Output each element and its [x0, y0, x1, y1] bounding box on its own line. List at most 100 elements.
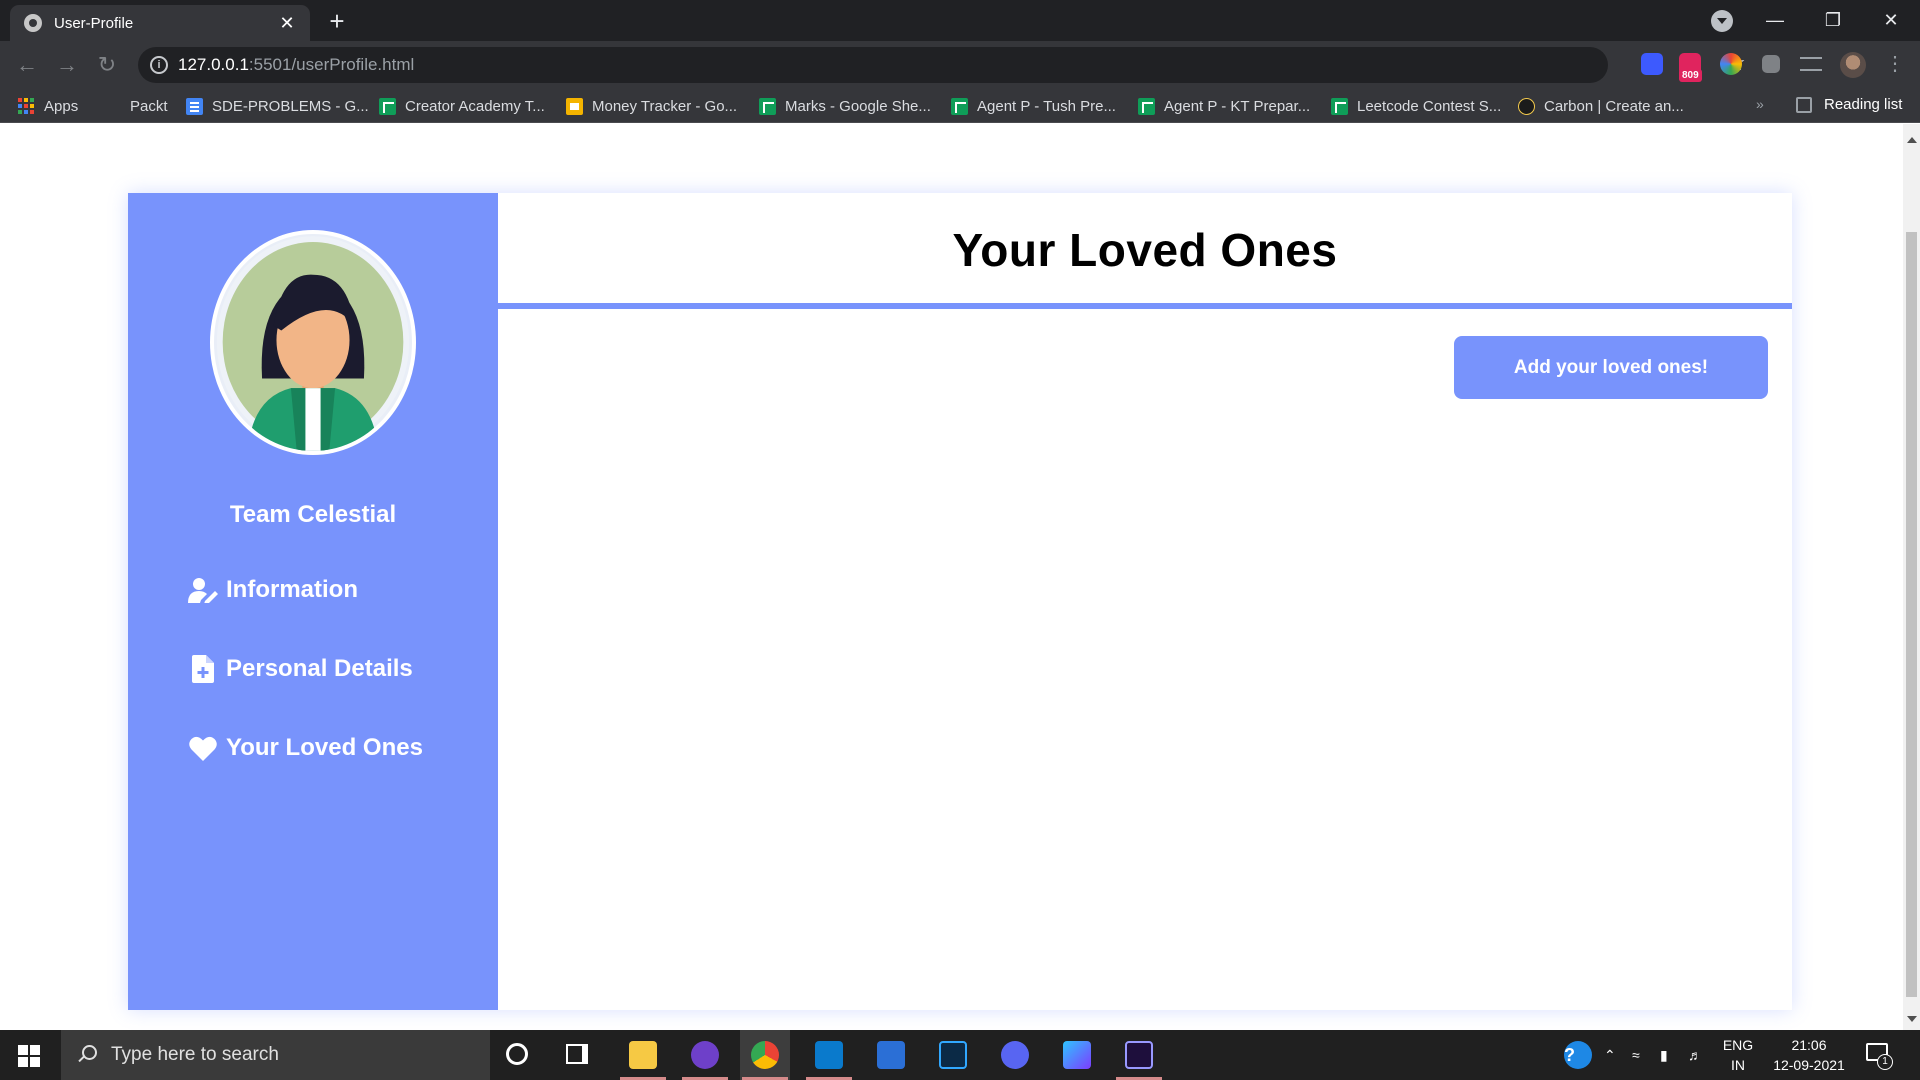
sidebar-item-personal-details[interactable]: Personal Details: [188, 651, 413, 687]
forward-arrow-icon[interactable]: →: [53, 51, 81, 79]
chrome-icon: [751, 1041, 779, 1069]
taskbar-photoshop[interactable]: [928, 1030, 978, 1080]
bookmark-money-tracker[interactable]: Money Tracker - Go...: [566, 96, 737, 116]
language-indicator[interactable]: ENG IN: [1718, 1035, 1758, 1075]
discord-icon: [1001, 1041, 1029, 1069]
url-path: :5501/userProfile.html: [248, 55, 415, 74]
tab-close-button[interactable]: ✕: [276, 13, 298, 34]
carbon-icon: [1518, 97, 1535, 115]
reload-icon[interactable]: ↻: [93, 51, 121, 79]
bookmark-carbon[interactable]: Carbon | Create an...: [1518, 96, 1684, 116]
taskbar-vscode[interactable]: [804, 1030, 854, 1080]
add-loved-ones-button[interactable]: Add your loved ones!: [1454, 336, 1768, 399]
sidebar-item-loved-ones[interactable]: Your Loved Ones: [188, 730, 423, 766]
new-tab-button[interactable]: +: [322, 7, 352, 37]
sidebar-item-label: Information: [226, 576, 358, 603]
puzzle-extensions-icon[interactable]: [1762, 55, 1780, 73]
taskbar-github[interactable]: [680, 1030, 730, 1080]
task-view-icon[interactable]: [566, 1044, 588, 1064]
bookmark-label: Agent P - KT Prepar...: [1164, 97, 1311, 115]
minimize-button[interactable]: —: [1752, 4, 1798, 36]
taskbar-clock[interactable]: 21:06 12-09-2021: [1764, 1035, 1854, 1075]
docs-icon: [186, 97, 203, 115]
volume-icon[interactable]: ♬: [1688, 1030, 1702, 1080]
reading-list-icon: [1796, 96, 1812, 113]
user-edit-icon: [188, 575, 218, 605]
bookmark-creator-academy[interactable]: Creator Academy T...: [379, 96, 545, 116]
windows-taskbar: Type here to search ? ⌃ ≈ ▮ ♬ ENG IN 21:…: [0, 1030, 1920, 1080]
sidebar-item-information[interactable]: Information: [188, 572, 358, 608]
profile-avatar-image: [210, 230, 416, 455]
bookmark-leetcode-contest[interactable]: Leetcode Contest S...: [1331, 96, 1501, 116]
scroll-up-icon[interactable]: [1907, 137, 1917, 143]
bookmark-sde-problems[interactable]: SDE-PROBLEMS - G...: [186, 96, 369, 116]
page-title: Your Loved Ones: [952, 224, 1338, 276]
messenger-extension-icon[interactable]: [1641, 53, 1663, 75]
profile-card: Team Celestial Information Personal Deta…: [128, 193, 1792, 1010]
bookmark-packt[interactable]: Packt: [130, 96, 168, 116]
windows-start-icon[interactable]: [18, 1045, 40, 1067]
help-icon[interactable]: ?: [1564, 1041, 1592, 1069]
bookmark-marks[interactable]: Marks - Google She...: [759, 96, 931, 116]
bookmark-apps[interactable]: Apps: [18, 96, 78, 116]
url-text[interactable]: 127.0.0.1:5501/userProfile.html: [178, 55, 414, 75]
language-code: ENG: [1722, 1037, 1754, 1053]
taskbar-chrome[interactable]: [740, 1030, 790, 1080]
restore-button[interactable]: ❐: [1810, 4, 1856, 36]
page-scrollbar[interactable]: [1903, 124, 1920, 1030]
photoshop-icon: [939, 1041, 967, 1069]
bookmark-label: Leetcode Contest S...: [1357, 97, 1502, 115]
github-icon: [691, 1041, 719, 1069]
reading-list-button[interactable]: Reading list: [1796, 96, 1902, 113]
title-divider: [498, 303, 1792, 309]
back-arrow-icon[interactable]: ←: [13, 51, 41, 79]
main-content: Your Loved Ones Add your loved ones!: [498, 193, 1792, 1010]
scroll-thumb[interactable]: [1906, 232, 1917, 997]
reading-list-label: Reading list: [1824, 96, 1903, 113]
slides-icon: [566, 97, 583, 115]
browser-toolbar: ← → ↻ i 127.0.0.1:5501/userProfile.html …: [0, 41, 1920, 89]
taskbar-app[interactable]: [1052, 1030, 1102, 1080]
file-plus-icon: [188, 654, 218, 684]
team-name: Team Celestial: [229, 501, 397, 528]
profile-avatar[interactable]: [1840, 52, 1866, 78]
bookmark-agent-p-kt[interactable]: Agent P - KT Prepar...: [1138, 96, 1310, 116]
after-effects-icon: [1125, 1041, 1153, 1069]
url-host: 127.0.0.1: [178, 55, 249, 74]
menu-dots-icon[interactable]: ⋮: [1885, 51, 1905, 76]
taskbar-file-explorer[interactable]: [618, 1030, 668, 1080]
tab-search-icon[interactable]: [1711, 10, 1733, 32]
sheets-icon: [951, 97, 968, 115]
cortana-icon[interactable]: [506, 1043, 528, 1065]
info-icon[interactable]: i: [150, 56, 168, 74]
search-icon: [77, 1045, 97, 1065]
extension-badge: 809: [1679, 69, 1702, 82]
taskbar-discord[interactable]: [990, 1030, 1040, 1080]
apps-icon: [18, 97, 35, 115]
sheets-icon: [379, 97, 396, 115]
bookmark-label: Carbon | Create an...: [1544, 97, 1684, 115]
media-control-icon[interactable]: [1800, 57, 1822, 71]
bookmark-label: Apps: [44, 97, 79, 115]
vscode-icon: [815, 1041, 843, 1069]
bookmarks-overflow-icon[interactable]: »: [1756, 96, 1764, 112]
scroll-down-icon[interactable]: [1907, 1016, 1917, 1022]
sidebar-item-label: Personal Details: [226, 655, 413, 682]
address-bar[interactable]: i 127.0.0.1:5501/userProfile.html ☆: [138, 47, 1746, 83]
browser-tab[interactable]: User-Profile ✕: [10, 5, 310, 41]
close-window-button[interactable]: ✕: [1868, 4, 1914, 36]
battery-icon[interactable]: ▮: [1660, 1030, 1668, 1080]
calendar-icon: [877, 1041, 905, 1069]
bookmark-agent-p-tush[interactable]: Agent P - Tush Pre...: [951, 96, 1116, 116]
sidebar: Team Celestial Information Personal Deta…: [128, 193, 498, 1010]
taskbar-search[interactable]: Type here to search: [61, 1030, 490, 1080]
browser-tab-strip: User-Profile ✕ + — ❐ ✕: [0, 0, 1920, 41]
color-picker-extension-icon[interactable]: [1720, 53, 1742, 75]
globe-icon: [24, 14, 42, 32]
tray-chevron-up-icon[interactable]: ⌃: [1604, 1030, 1616, 1080]
sidebar-item-label: Your Loved Ones: [226, 734, 423, 761]
taskbar-after-effects[interactable]: [1114, 1030, 1164, 1080]
notification-count: 1: [1877, 1054, 1893, 1070]
wifi-icon[interactable]: ≈: [1632, 1030, 1640, 1080]
taskbar-calendar[interactable]: [866, 1030, 916, 1080]
